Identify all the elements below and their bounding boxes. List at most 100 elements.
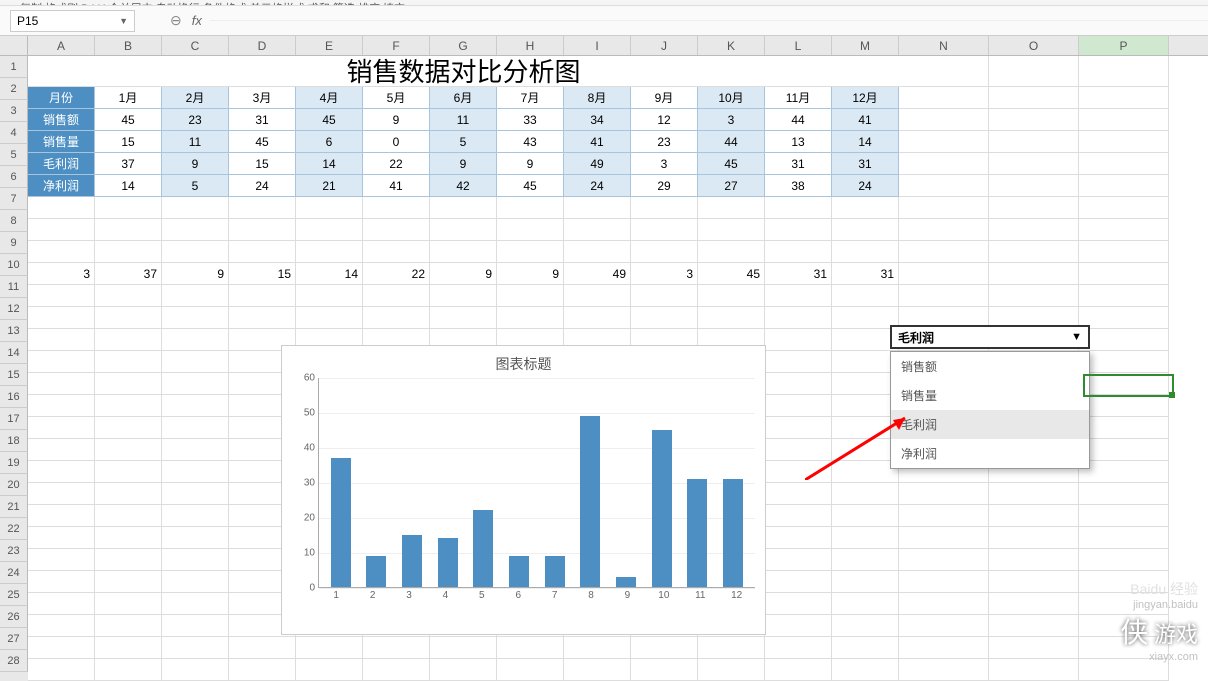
cell[interactable] — [95, 351, 162, 373]
cell[interactable] — [162, 351, 229, 373]
cell[interactable] — [765, 417, 832, 439]
cell[interactable] — [162, 307, 229, 329]
chart-bar[interactable] — [509, 556, 529, 588]
cell[interactable] — [832, 505, 899, 527]
cell[interactable] — [564, 241, 631, 263]
cell[interactable] — [497, 637, 564, 659]
data-cell[interactable]: 44 — [698, 131, 765, 153]
cell[interactable] — [832, 219, 899, 241]
cell[interactable] — [497, 219, 564, 241]
cell[interactable] — [1079, 571, 1169, 593]
cell[interactable] — [95, 373, 162, 395]
row-header-18[interactable]: 18 — [0, 430, 28, 452]
cell[interactable] — [28, 307, 95, 329]
cell[interactable] — [832, 527, 899, 549]
cell[interactable] — [95, 549, 162, 571]
cell[interactable] — [1079, 417, 1169, 439]
data-cell[interactable]: 14 — [95, 175, 162, 197]
cell[interactable] — [698, 219, 765, 241]
cell[interactable] — [1079, 153, 1169, 175]
data-cell[interactable]: 22 — [363, 153, 430, 175]
col-header-E[interactable]: E — [296, 36, 363, 55]
cell[interactable] — [497, 659, 564, 681]
cell[interactable] — [363, 637, 430, 659]
data-cell[interactable]: 37 — [95, 263, 162, 285]
cell[interactable] — [631, 659, 698, 681]
chart-bar[interactable] — [438, 538, 458, 587]
row-header-7[interactable]: 7 — [0, 188, 28, 210]
row-header-23[interactable]: 23 — [0, 540, 28, 562]
row-header-26[interactable]: 26 — [0, 606, 28, 628]
cell[interactable] — [899, 527, 989, 549]
data-cell[interactable]: 0 — [363, 131, 430, 153]
cell[interactable] — [363, 219, 430, 241]
cell[interactable] — [1079, 175, 1169, 197]
cell[interactable] — [430, 637, 497, 659]
data-cell[interactable]: 31 — [832, 263, 899, 285]
cell[interactable] — [1079, 87, 1169, 109]
cell[interactable] — [564, 307, 631, 329]
cell[interactable] — [698, 637, 765, 659]
cell[interactable] — [162, 439, 229, 461]
col-header-D[interactable]: D — [229, 36, 296, 55]
cell[interactable] — [989, 549, 1079, 571]
row-header-4[interactable]: 4 — [0, 122, 28, 144]
cell[interactable] — [363, 241, 430, 263]
cell[interactable] — [1079, 285, 1169, 307]
cell[interactable] — [989, 56, 1079, 87]
cell[interactable] — [989, 131, 1079, 153]
cell[interactable] — [363, 659, 430, 681]
cell[interactable] — [765, 285, 832, 307]
month-header[interactable]: 3月 — [229, 87, 296, 109]
cell[interactable] — [162, 461, 229, 483]
name-box[interactable]: P15 ▼ — [10, 10, 135, 32]
cell[interactable] — [430, 307, 497, 329]
cell[interactable] — [229, 307, 296, 329]
cell[interactable] — [1079, 593, 1169, 615]
cell[interactable] — [765, 373, 832, 395]
col-header-L[interactable]: L — [765, 36, 832, 55]
cell[interactable] — [765, 549, 832, 571]
chart-bar[interactable] — [687, 479, 707, 588]
row-header-24[interactable]: 24 — [0, 562, 28, 584]
cell[interactable] — [28, 593, 95, 615]
data-cell[interactable]: 5 — [430, 131, 497, 153]
row-header-2[interactable]: 2 — [0, 78, 28, 100]
formula-bar[interactable] — [210, 20, 1208, 21]
cell[interactable] — [631, 197, 698, 219]
data-cell[interactable]: 23 — [631, 131, 698, 153]
cell[interactable] — [28, 285, 95, 307]
cell[interactable] — [1079, 527, 1169, 549]
data-cell[interactable]: 11 — [430, 109, 497, 131]
cell[interactable] — [631, 219, 698, 241]
cell[interactable] — [1079, 307, 1169, 329]
cell[interactable] — [497, 241, 564, 263]
cell[interactable] — [899, 637, 989, 659]
cell[interactable] — [765, 659, 832, 681]
col-header-M[interactable]: M — [832, 36, 899, 55]
cell[interactable] — [28, 395, 95, 417]
fx-label[interactable]: fx — [192, 13, 202, 28]
cell[interactable] — [564, 637, 631, 659]
data-cell[interactable]: 27 — [698, 175, 765, 197]
cell[interactable] — [497, 285, 564, 307]
cell[interactable] — [765, 505, 832, 527]
data-cell[interactable]: 45 — [698, 153, 765, 175]
cell[interactable] — [229, 219, 296, 241]
cell[interactable] — [95, 505, 162, 527]
cell[interactable] — [698, 241, 765, 263]
cell[interactable] — [28, 615, 95, 637]
row-header-5[interactable]: 5 — [0, 144, 28, 166]
data-cell[interactable]: 24 — [832, 175, 899, 197]
cell[interactable] — [989, 527, 1079, 549]
row-header-27[interactable]: 27 — [0, 628, 28, 650]
cell[interactable] — [564, 219, 631, 241]
cell[interactable] — [899, 131, 989, 153]
cell[interactable] — [28, 241, 95, 263]
cell[interactable] — [162, 241, 229, 263]
cell[interactable] — [28, 483, 95, 505]
cell[interactable] — [28, 637, 95, 659]
row-header-28[interactable]: 28 — [0, 650, 28, 672]
cell[interactable] — [1079, 461, 1169, 483]
row-header-21[interactable]: 21 — [0, 496, 28, 518]
